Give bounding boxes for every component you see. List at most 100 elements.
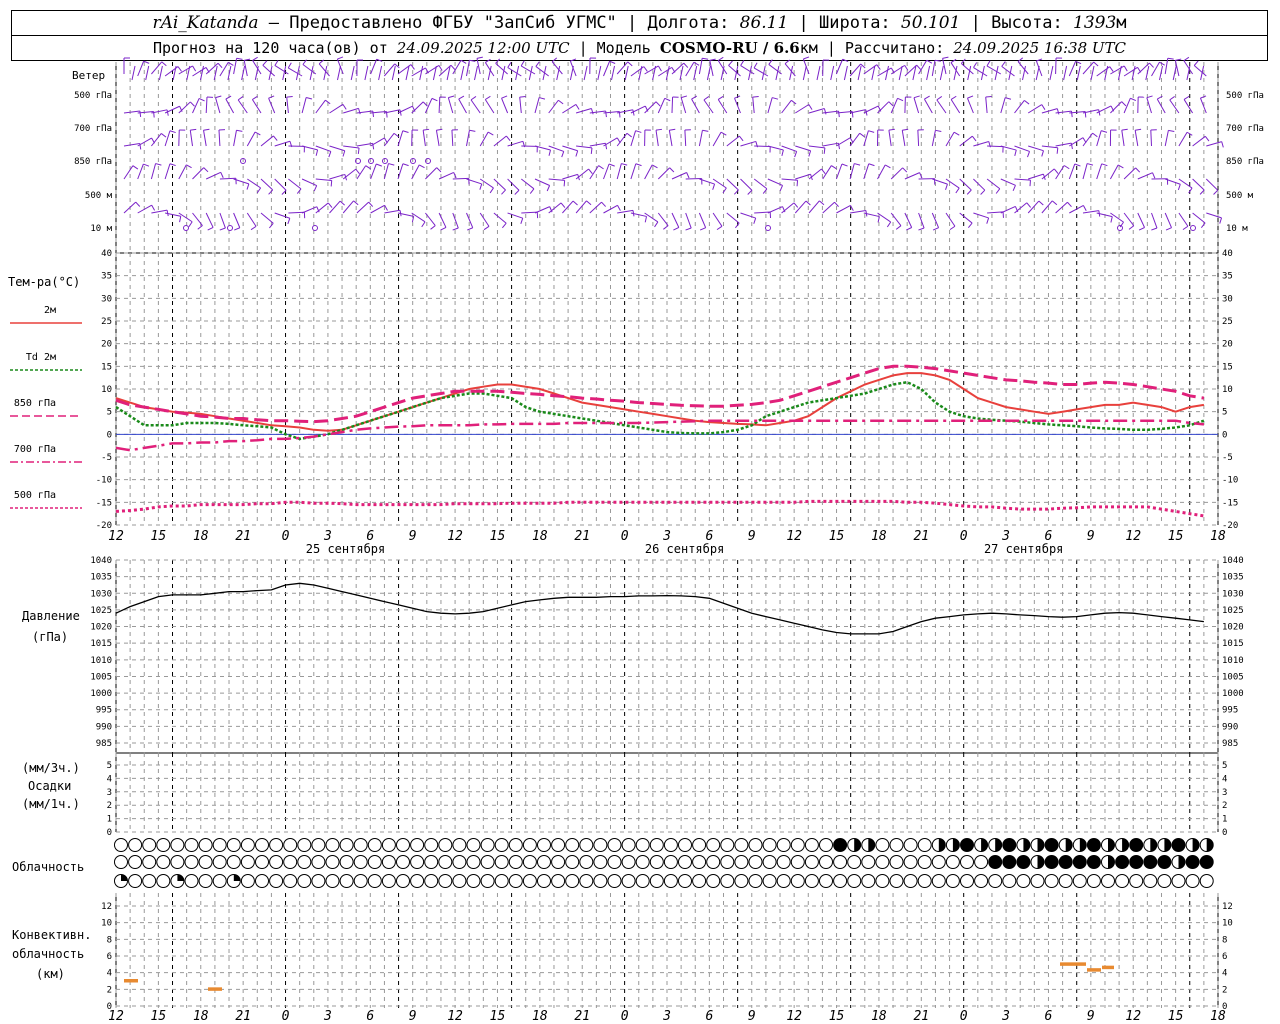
precip-y-tick-label-right: 0 [1222,828,1227,838]
cloud-cover-circle [367,874,382,888]
cloud-cover-circle [522,838,537,852]
wind-barb-flag [635,163,642,167]
wind-barb [519,97,522,114]
wind-level-label-right: 700 гПа [1226,124,1264,134]
wind-barb [1000,97,1006,114]
cloud-cover-circle [1072,874,1087,888]
wind-barb [1178,131,1188,147]
cloud-cover-circle [128,874,143,888]
cloud-cover-fill [1002,855,1016,869]
cloud-cover-circle [255,874,269,888]
cloud-cover-circle [889,855,904,869]
wind-barb-flag [219,227,226,231]
wind-barb-flag [934,59,941,62]
temp-y-tick-label: 20 [101,340,112,350]
cloud-cover-circle [551,874,566,888]
wind-barb-flag [225,95,232,100]
wind-barb [638,65,643,81]
wind-barb-flag [838,111,840,118]
day-label: 26 сентября [645,542,724,556]
wind-barb-flag [1017,57,1024,62]
wind-barb [926,65,931,81]
wind-barb [383,163,389,180]
cloud-cover-circle [790,838,805,852]
cloud-cover-circle [903,838,918,852]
wind-barb-flag [752,96,759,98]
bottom-axis-hour-label: 6 [705,1009,713,1024]
wind-barb-flag [337,56,344,60]
pressure-y-tick-label-right: 1030 [1222,589,1244,599]
cloud-cover-circle [903,855,918,869]
wind-barb [1014,100,1025,114]
cloud-cover-circle [537,838,551,852]
wind-barb-flag [740,60,745,66]
wind-barb-flag [485,95,491,100]
cloud-cover-circle [903,874,918,888]
conv-y-tick-label: 10 [101,919,112,929]
pressure-y-tick-label-right: 1000 [1222,689,1244,699]
wind-barb-flag [865,109,868,116]
wind-barb [904,212,913,228]
cloud-cover-circle [861,855,876,869]
cloud-cover-circle [565,874,580,888]
wind-barb [123,165,134,180]
wind-barb-flag [1200,95,1207,99]
wind-barb [205,96,208,114]
wind-barb [350,65,355,81]
wind-barb-flag [926,59,933,64]
cloud-cover-circle [269,874,284,888]
wind-barb-flag [942,56,949,59]
wind-barb [1121,130,1125,147]
cloud-cover-circle [410,874,425,888]
cloud-cover-fill [1087,838,1101,852]
precip-y-tick-label: 3 [107,788,112,798]
wind-barb [740,178,753,191]
cloud-cover-circle [635,855,650,869]
cloud-cover-circle [1129,874,1144,888]
wind-barb-flag [738,135,744,142]
wind-barb [1014,178,1031,181]
wind-barb-flag [1001,61,1006,67]
pressure-y-tick-label-right: 1010 [1222,656,1244,666]
bottom-axis-hour-label: 21 [235,1009,251,1024]
precip-y-tick-label: 2 [107,801,112,811]
cloud-cover-circle [410,838,425,852]
wind-barb-flag [203,167,209,173]
wind-barb [397,105,413,114]
wind-barb [1164,212,1172,228]
cloud-cover-fill [1164,838,1171,852]
wind-barb [1137,172,1153,180]
bottom-axis-hour-label: 12 [447,1009,463,1024]
wind-barb [425,64,440,75]
wind-barb [616,61,629,75]
wind-barb-flag [572,200,578,206]
meteogram-chart: Ветер Тем-ра(°C) Давление (гПа) (мм/3ч.)… [8,56,1264,1024]
bottom-axis-hour-label: 0 [621,1009,629,1024]
precip-y-tick-label: 5 [107,761,112,771]
wind-barb-flag [287,62,292,69]
wind-barb [802,65,807,81]
cloud-cover-circle [804,838,819,852]
wind-barb-flag [936,96,943,101]
cloud-cover-fill [1143,855,1157,869]
wind-barb-flag [169,163,176,167]
wind-barb-flag [1168,129,1175,133]
wind-barb-flag [372,110,375,118]
wind-barb-flag [252,95,258,100]
wind-barb [479,212,490,227]
cloud-cover-circle [424,838,439,852]
wind-barb [712,131,722,147]
cloud-cover-circle [410,855,425,869]
precip-y-tick-label: 1 [107,815,112,825]
cloud-cover-circle [452,838,467,852]
wind-barb-flag [166,109,169,116]
wind-barb [616,163,622,180]
temp-y-tick-label-right: 10 [1222,385,1233,395]
wind-barb-flag [421,221,426,228]
wind-barb-flag [561,151,565,158]
cloud-cover-circle [367,838,382,852]
wind-barb [717,99,728,114]
cloud-cover-circle [1044,874,1059,888]
wind-barb [1123,167,1136,180]
wind-barb [233,212,241,228]
